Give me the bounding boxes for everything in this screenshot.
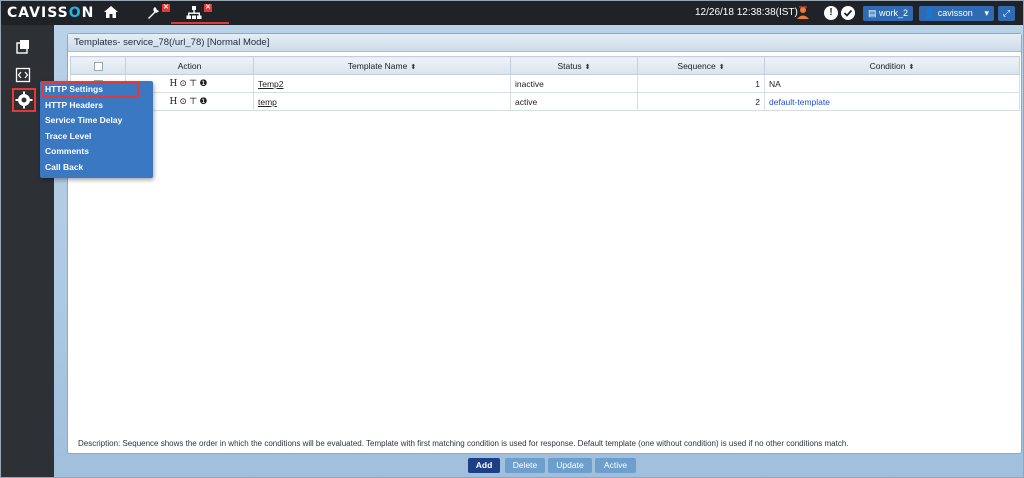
templates-panel: Templates- service_78(/url_78) [Normal M… <box>67 33 1022 454</box>
status-cell: inactive <box>510 74 638 93</box>
table-row[interactable]: H⊙⊤❶ Temp2 inactive 1 NA <box>70 74 1020 93</box>
select-all-checkbox[interactable] <box>70 56 126 75</box>
home-icon[interactable] <box>103 4 121 22</box>
check-status-icon[interactable] <box>841 6 855 20</box>
col-header-action: Action <box>125 56 254 75</box>
col-header-template-name[interactable]: Template Name ⬍ <box>253 56 511 75</box>
template-name-link[interactable]: Temp2 <box>253 74 511 93</box>
col-header-sequence[interactable]: Sequence ⬍ <box>637 56 765 75</box>
code-icon[interactable] <box>15 67 33 85</box>
network-config-icon[interactable] <box>186 4 204 22</box>
templates-icon[interactable] <box>15 39 33 57</box>
panel-title: Templates- service_78(/url_78) [Normal M… <box>68 34 1021 52</box>
user-menu-button[interactable]: 👤 cavisson ▾ <box>919 6 994 21</box>
menu-item-http-settings[interactable]: HTTP Settings <box>42 82 139 98</box>
workspace-icon: ▤ <box>868 8 877 18</box>
sort-icon[interactable]: ⬍ <box>719 64 725 71</box>
sort-icon[interactable]: ⬍ <box>909 64 915 71</box>
user-alert-icon[interactable] <box>795 5 813 23</box>
add-button[interactable]: Add <box>468 458 500 473</box>
col-header-condition[interactable]: Condition ⬍ <box>764 56 1020 75</box>
brand-logo: CAVISSON <box>7 5 95 21</box>
app-window: CAVISSON ✕ ✕ 12/26/18 12:38:38(IST) ! ▤ … <box>0 0 1024 478</box>
status-cell: active <box>510 92 638 111</box>
menu-item-call-back[interactable]: Call Back <box>40 160 153 176</box>
network-close-badge[interactable]: ✕ <box>204 4 212 12</box>
table-row[interactable]: H⊙⊤❶ temp active 2 default-template <box>70 92 1020 111</box>
col-header-status[interactable]: Status ⬍ <box>510 56 638 75</box>
sort-icon[interactable]: ⬍ <box>410 64 416 71</box>
menu-item-service-time-delay[interactable]: Service Time Delay <box>40 113 153 129</box>
main-content: Templates- service_78(/url_78) [Normal M… <box>54 25 1023 477</box>
table-header-row: Action Template Name ⬍ Status ⬍ Sequence ⬍ … <box>70 56 1020 75</box>
sequence-cell: 2 <box>637 92 765 111</box>
templates-table: Action Template Name ⬍ Status ⬍ Sequence ⬍ … <box>70 56 1020 111</box>
menu-item-http-headers[interactable]: HTTP Headers <box>40 98 153 114</box>
condition-link[interactable]: default-template <box>764 92 1020 111</box>
expand-icon[interactable]: ⤢ <box>998 6 1015 21</box>
chevron-down-icon: ▾ <box>984 8 989 18</box>
datetime-display: 12/26/18 12:38:38(IST) <box>695 7 798 18</box>
user-icon: 👤 <box>924 8 936 18</box>
tools-close-badge[interactable]: ✕ <box>162 4 170 12</box>
description-text: Description: Sequence shows the order in… <box>78 439 849 448</box>
settings-gear-icon[interactable] <box>12 88 36 112</box>
menu-item-comments[interactable]: Comments <box>40 144 153 160</box>
menu-item-trace-level[interactable]: Trace Level <box>40 129 153 145</box>
workspace-button[interactable]: ▤ work_2 <box>863 6 914 21</box>
alert-icon[interactable]: ! <box>824 6 838 20</box>
sort-icon[interactable]: ⬍ <box>585 64 591 71</box>
template-name-link[interactable]: temp <box>253 92 511 111</box>
active-button[interactable]: Active <box>595 458 636 473</box>
active-tab-indicator <box>171 22 229 24</box>
update-button[interactable]: Update <box>548 458 592 473</box>
condition-cell: NA <box>764 74 1020 93</box>
top-bar: CAVISSON ✕ ✕ 12/26/18 12:38:38(IST) ! ▤ … <box>1 1 1023 25</box>
settings-dropdown-menu: HTTP Settings HTTP Headers Service Time … <box>40 81 153 178</box>
sequence-cell: 1 <box>637 74 765 93</box>
delete-button[interactable]: Delete <box>505 458 545 473</box>
